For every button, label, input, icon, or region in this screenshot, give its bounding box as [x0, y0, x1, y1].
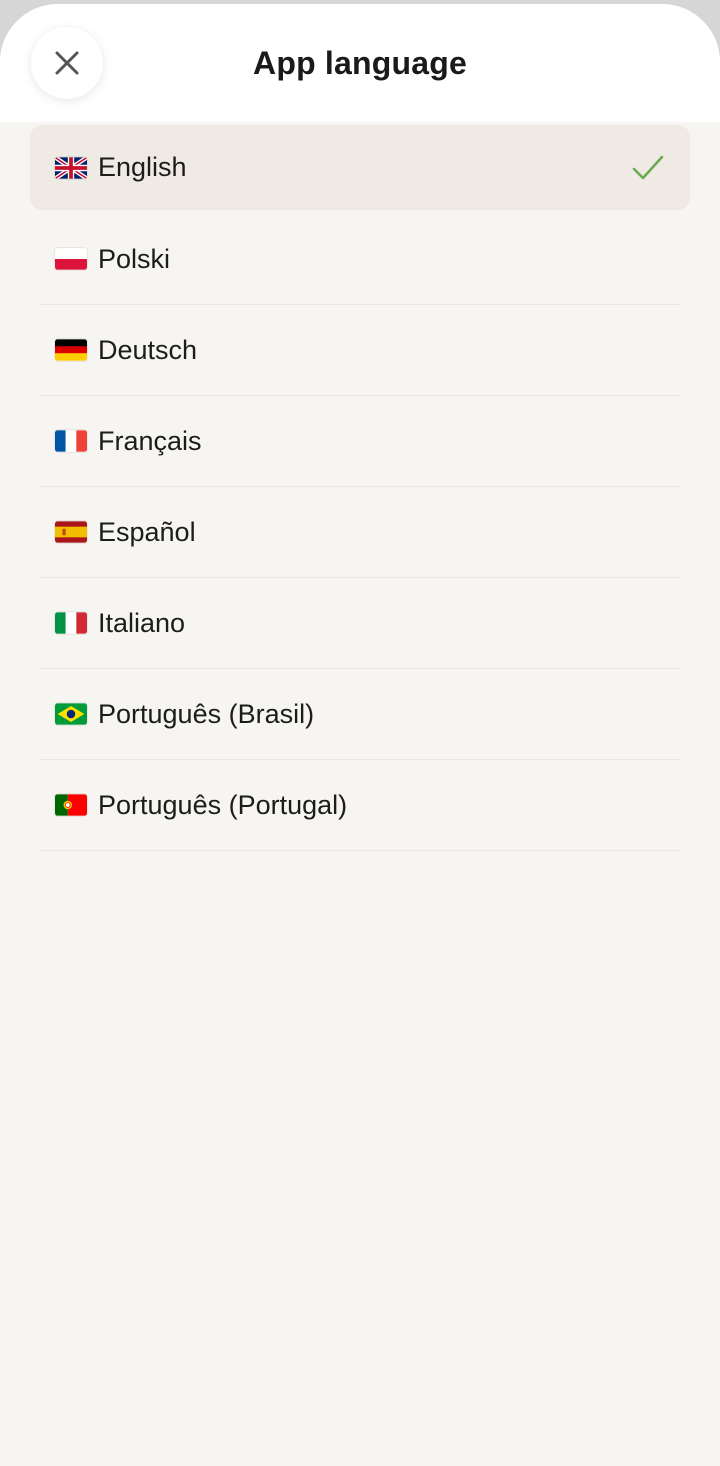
close-button[interactable]: [31, 27, 103, 99]
es-flag-icon: [55, 521, 87, 543]
language-item-english[interactable]: English: [30, 125, 690, 210]
language-label: Italiano: [98, 607, 186, 638]
language-label: English: [98, 152, 187, 182]
pt-flag-icon: [55, 794, 87, 816]
pl-flag-icon: [55, 248, 87, 270]
page-title: App language: [253, 45, 467, 81]
br-flag-icon: [55, 703, 87, 725]
language-label: Deutsch: [98, 334, 198, 365]
de-flag-icon: [55, 339, 87, 361]
language-item-espanol[interactable]: Español: [40, 487, 680, 578]
language-label: Polski: [98, 243, 171, 274]
language-item-deutsch[interactable]: Deutsch: [40, 305, 680, 396]
close-icon: [54, 50, 80, 76]
header: App language: [0, 4, 720, 122]
language-label: Português (Brasil): [98, 698, 315, 729]
language-sheet: App language English Polski Deutsch Fran…: [0, 4, 720, 1466]
language-item-italiano[interactable]: Italiano: [40, 578, 680, 669]
it-flag-icon: [55, 612, 87, 634]
language-label: Español: [98, 516, 196, 547]
checkmark-icon: [632, 154, 664, 182]
language-label: Português (Portugal): [98, 789, 348, 820]
language-item-portugues-portugal[interactable]: Português (Portugal): [40, 760, 680, 851]
language-item-francais[interactable]: Français: [40, 396, 680, 487]
language-label: Français: [98, 425, 202, 456]
fr-flag-icon: [55, 430, 87, 452]
gb-flag-icon: [55, 156, 87, 179]
language-item-polski[interactable]: Polski: [40, 214, 680, 305]
language-item-portugues-brasil[interactable]: Português (Brasil): [40, 669, 680, 760]
